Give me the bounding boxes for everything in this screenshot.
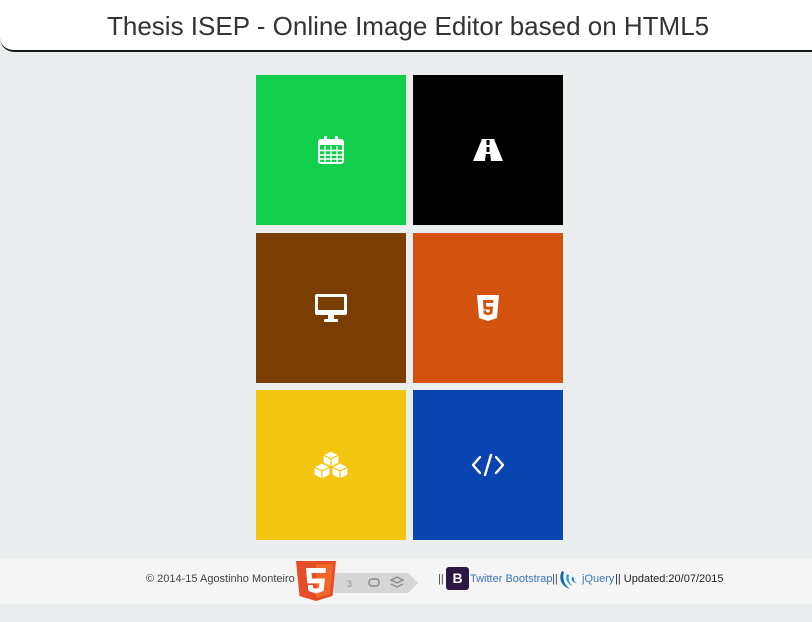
tile-code[interactable]	[413, 390, 563, 540]
updated-text: || Updated:20/07/2015	[615, 573, 724, 585]
page-title: Thesis ISEP - Online Image Editor based …	[107, 11, 710, 41]
jquery-link[interactable]: jQuery	[582, 573, 614, 585]
jquery-logo-icon	[560, 571, 577, 589]
bootstrap-logo-icon: B	[446, 567, 469, 590]
html5-badge-icon: 3	[296, 561, 418, 601]
footer: © 2014-15 Agostinho Monteiro 3 || B Twit…	[0, 559, 812, 604]
bootstrap-link[interactable]: Twitter Bootstrap	[470, 573, 553, 585]
footer-separator: ||	[438, 573, 444, 585]
calendar-icon	[318, 136, 344, 164]
tile-cubes[interactable]	[256, 390, 406, 540]
tile-monitor[interactable]	[256, 233, 406, 383]
tile-html5[interactable]	[413, 233, 563, 383]
page: Thesis ISEP - Online Image Editor based …	[0, 0, 812, 622]
tile-road[interactable]	[413, 75, 563, 225]
html5-icon	[477, 295, 499, 321]
header: Thesis ISEP - Online Image Editor based …	[0, 0, 812, 52]
tile-calendar[interactable]	[256, 75, 406, 225]
footer-separator: ||	[552, 573, 558, 585]
copyright-text: © 2014-15 Agostinho Monteiro	[146, 573, 295, 585]
cubes-icon	[313, 450, 349, 480]
svg-text:3: 3	[347, 579, 352, 589]
road-icon	[473, 139, 503, 161]
code-icon	[471, 453, 505, 477]
monitor-icon	[315, 294, 347, 322]
